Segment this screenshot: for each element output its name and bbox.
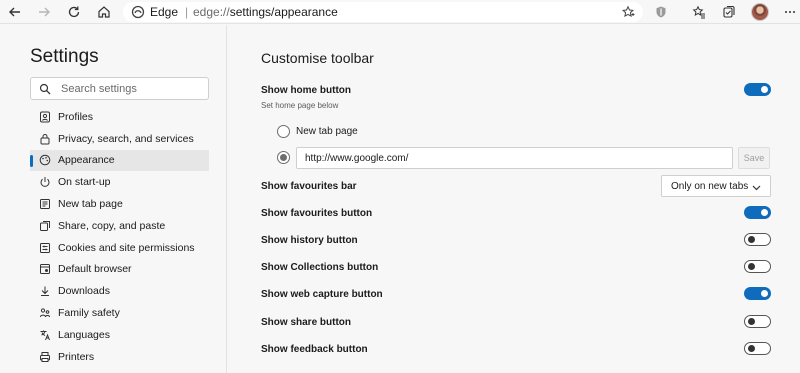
- refresh-icon: [68, 6, 80, 18]
- address-url[interactable]: edge://settings/appearance: [193, 5, 338, 19]
- settings-menu: Profiles Privacy, search, and services A…: [30, 106, 209, 368]
- sidebar-item-label: Printers: [58, 350, 95, 363]
- custom-url-radio[interactable]: [277, 151, 290, 164]
- sidebar-item-label: Cookies and site permissions: [58, 241, 195, 254]
- section-title: Customise toolbar: [261, 50, 374, 66]
- favorites-icon: [692, 5, 705, 19]
- web-capture-button-label: Show web capture button: [261, 289, 383, 300]
- sidebar-item-label: Share, copy, and paste: [58, 219, 166, 232]
- sidebar-item-label: Default browser: [58, 263, 132, 276]
- sidebar-item-startup[interactable]: On start-up: [30, 171, 209, 193]
- sidebar-item-label: Family safety: [58, 307, 120, 320]
- save-button[interactable]: Save: [738, 147, 770, 169]
- sidebar-item-label: Languages: [58, 328, 110, 341]
- sidebar-item-share[interactable]: Share, copy, and paste: [30, 215, 209, 237]
- search-icon: [39, 83, 51, 95]
- home-url-input[interactable]: http://www.google.com/: [296, 147, 733, 169]
- more-dots-icon: [785, 11, 795, 13]
- sidebar-item-label: Profiles: [58, 110, 94, 123]
- collections-button-label: Show Collections button: [261, 262, 379, 273]
- feedback-button-toggle[interactable]: [744, 342, 771, 355]
- power-icon: [38, 175, 52, 189]
- home-url-value: http://www.google.com/: [305, 153, 409, 164]
- search-placeholder: Search settings: [61, 83, 137, 95]
- settings-title: Settings: [30, 46, 99, 67]
- sidebar-item-family-safety[interactable]: Family safety: [30, 302, 209, 324]
- home-icon: [98, 6, 110, 18]
- add-favorite-icon[interactable]: [621, 5, 635, 19]
- favourites-bar-selected-value: Only on new tabs: [671, 181, 749, 192]
- sidebar-item-appearance[interactable]: Appearance: [30, 149, 209, 172]
- url-scheme: edge://: [193, 5, 230, 19]
- edge-logo-icon: [131, 5, 145, 19]
- sidebar-item-label: On start-up: [58, 176, 111, 189]
- settings-sidebar: Settings Search settings Profiles Privac…: [0, 25, 227, 373]
- new-tab-page-radio[interactable]: [277, 125, 290, 138]
- browser-icon: [38, 262, 52, 276]
- profile-icon: [38, 110, 52, 124]
- home-button-label: Show home button: [261, 85, 351, 96]
- extension-button[interactable]: [651, 2, 671, 22]
- favourites-button-label: Show favourites button: [261, 208, 373, 219]
- printer-icon: [38, 350, 52, 364]
- newtab-icon: [38, 197, 52, 211]
- home-button-toggle[interactable]: [744, 83, 771, 96]
- sidebar-item-label: Appearance: [58, 154, 115, 167]
- shield-extension-icon: [656, 6, 666, 18]
- favourites-bar-label: Show favourites bar: [261, 181, 357, 192]
- collections-button-toggle[interactable]: [744, 260, 771, 273]
- lock-icon: [38, 132, 52, 146]
- share-icon: [38, 219, 52, 233]
- share-button-toggle[interactable]: [744, 315, 771, 328]
- forward-arrow-icon: [39, 7, 50, 17]
- sidebar-item-label: Privacy, search, and services: [58, 132, 194, 145]
- sidebar-item-cookies[interactable]: Cookies and site permissions: [30, 237, 209, 259]
- refresh-button[interactable]: [64, 2, 84, 22]
- sidebar-item-downloads[interactable]: Downloads: [30, 280, 209, 302]
- browser-toolbar: Edge | edge://settings/appearance: [0, 0, 800, 24]
- language-icon: [38, 328, 52, 342]
- new-tab-page-radio-label: New tab page: [296, 126, 358, 137]
- sidebar-item-privacy[interactable]: Privacy, search, and services: [30, 128, 209, 150]
- search-settings-input[interactable]: Search settings: [30, 77, 209, 100]
- back-arrow-icon: [9, 7, 20, 17]
- palette-icon: [38, 153, 52, 167]
- settings-content: Customise toolbar Show home button Set h…: [228, 25, 800, 373]
- feedback-button-label: Show feedback button: [261, 344, 368, 355]
- family-icon: [38, 306, 52, 320]
- url-path: settings/appearance: [229, 5, 338, 19]
- sidebar-item-languages[interactable]: Languages: [30, 324, 209, 346]
- sidebar-item-default-browser[interactable]: Default browser: [30, 259, 209, 281]
- collections-icon: [723, 5, 735, 18]
- collections-button[interactable]: [719, 2, 739, 22]
- address-bar[interactable]: Edge | edge://settings/appearance: [123, 2, 643, 22]
- permissions-icon: [38, 241, 52, 255]
- sidebar-item-printers[interactable]: Printers: [30, 346, 209, 368]
- sidebar-item-new-tab[interactable]: New tab page: [30, 193, 209, 215]
- history-button-label: Show history button: [261, 235, 358, 246]
- favorites-button[interactable]: [689, 2, 709, 22]
- profile-avatar[interactable]: [751, 3, 769, 21]
- more-button[interactable]: [780, 2, 800, 22]
- share-button-label: Show share button: [261, 317, 351, 328]
- forward-button[interactable]: [34, 2, 54, 22]
- chevron-down-icon: [752, 185, 761, 191]
- history-button-toggle[interactable]: [744, 233, 771, 246]
- sidebar-item-label: Downloads: [58, 285, 110, 298]
- favourites-button-toggle[interactable]: [744, 206, 771, 219]
- home-button[interactable]: [94, 2, 114, 22]
- download-icon: [38, 284, 52, 298]
- home-button-sublabel: Set home page below: [261, 101, 339, 110]
- sidebar-item-label: New tab page: [58, 198, 123, 211]
- web-capture-button-toggle[interactable]: [744, 287, 771, 300]
- favourites-bar-select[interactable]: Only on new tabs: [661, 175, 771, 197]
- back-button[interactable]: [5, 2, 25, 22]
- address-brand: Edge: [150, 5, 179, 19]
- address-separator: |: [185, 5, 189, 19]
- sidebar-item-profiles[interactable]: Profiles: [30, 106, 209, 128]
